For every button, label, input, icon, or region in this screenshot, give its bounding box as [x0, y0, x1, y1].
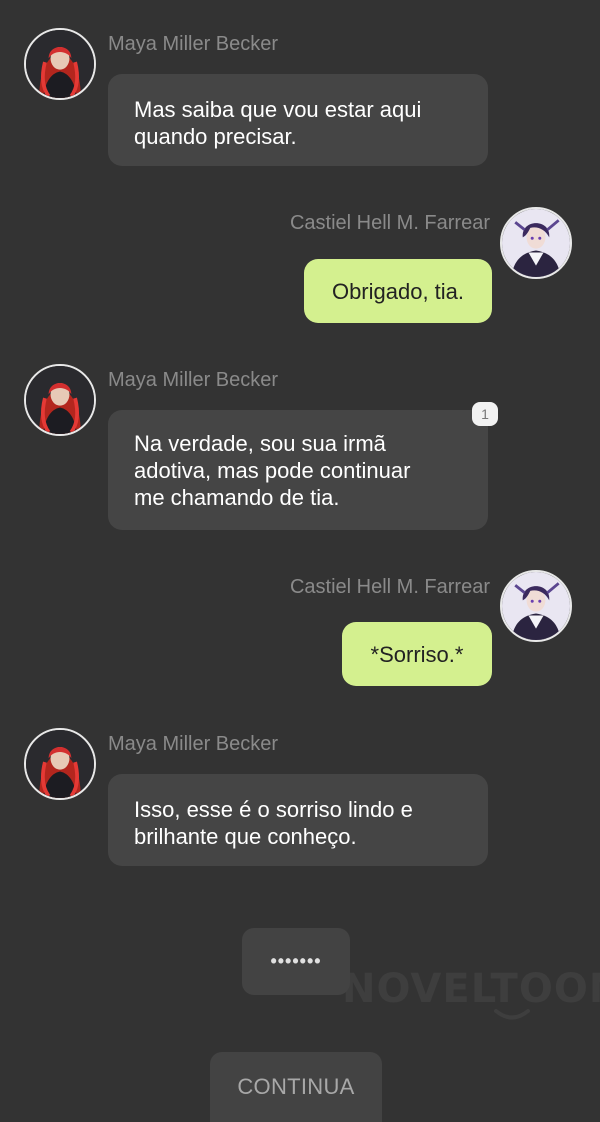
avatar-maya[interactable]: [24, 28, 96, 100]
sender-name: Castiel Hell M. Farrear: [289, 212, 490, 234]
watermark-text: NOVELTOON: [342, 966, 600, 1012]
comment-count-badge[interactable]: 1: [472, 402, 498, 426]
message-line: quando precisar.: [134, 124, 297, 149]
castiel-portrait-icon: [502, 572, 570, 640]
message-bubble[interactable]: Obrigado, tia.: [304, 259, 492, 323]
message-line: brilhante que conheço.: [134, 824, 357, 849]
noveltoon-watermark: NOVELTOON: [342, 966, 600, 1026]
message-line: Mas saiba que vou estar aqui: [134, 97, 422, 122]
avatar-maya[interactable]: [24, 728, 96, 800]
message-line: me chamando de tia.: [134, 485, 340, 510]
message-bubble[interactable]: *Sorriso.*: [342, 622, 492, 686]
castiel-portrait-icon: [502, 209, 570, 277]
sender-name: Maya Miller Becker: [108, 733, 279, 755]
smile-icon: [494, 1009, 530, 1020]
sender-name: Maya Miller Becker: [108, 33, 279, 55]
message-bubble[interactable]: Mas saiba que vou estar aqui quando prec…: [108, 74, 488, 166]
message-line: Na verdade, sou sua irmã: [134, 431, 386, 456]
message-line: *Sorriso.*: [370, 641, 464, 667]
maya-portrait-icon: [26, 30, 94, 98]
message-line: Obrigado, tia.: [331, 278, 465, 304]
message-line: Isso, esse é o sorriso lindo e: [134, 797, 413, 822]
sender-name: Maya Miller Becker: [108, 369, 279, 391]
maya-portrait-icon: [26, 730, 94, 798]
message-bubble[interactable]: Isso, esse é o sorriso lindo e brilhante…: [108, 774, 488, 866]
avatar-maya[interactable]: [24, 364, 96, 436]
avatar-castiel[interactable]: [500, 207, 572, 279]
sender-name: Castiel Hell M. Farrear: [289, 576, 490, 598]
maya-portrait-icon: [26, 366, 94, 434]
avatar-castiel[interactable]: [500, 570, 572, 642]
message-line: adotiva, mas pode continuar: [134, 458, 411, 483]
continue-button[interactable]: CONTINUA: [210, 1052, 382, 1122]
typing-dots-button[interactable]: •••••••: [242, 928, 350, 995]
message-bubble[interactable]: Na verdade, sou sua irmã adotiva, mas po…: [108, 410, 488, 530]
